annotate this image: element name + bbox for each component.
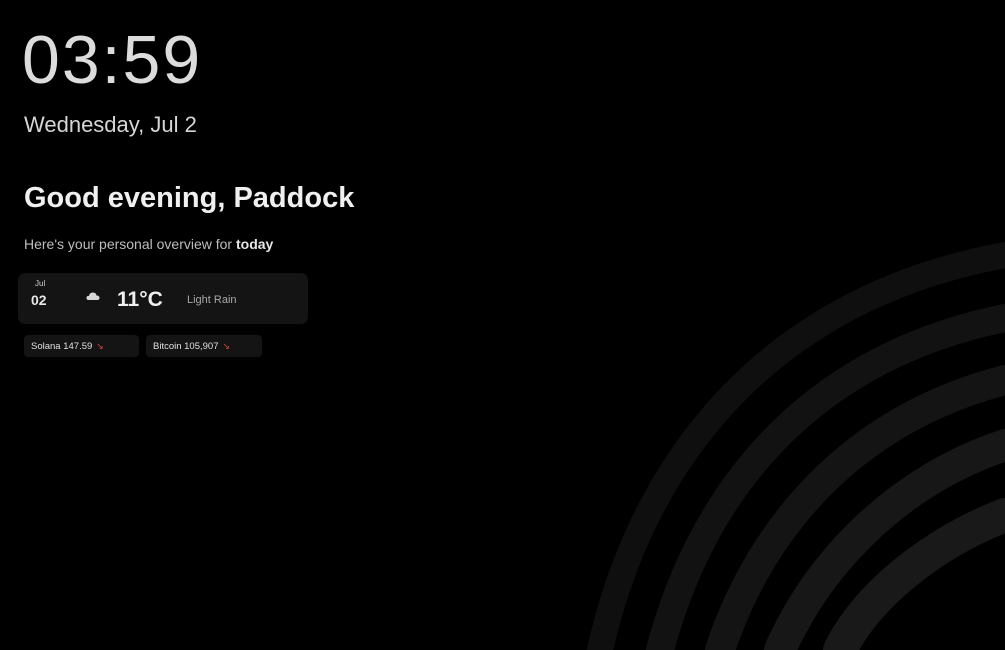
arrow-down-right-icon: ↘ [222, 341, 231, 351]
clock-time: 03:59 [22, 22, 203, 98]
greeting-title: Good evening, Paddock [24, 182, 355, 214]
greeting-subtitle-prefix: Here's your personal overview for [24, 236, 236, 252]
cloud-icon [86, 292, 100, 300]
weather-condition: Light Rain [187, 294, 237, 306]
desktop-screen: 03:59 Wednesday, Jul 2 Good evening, Pad… [0, 0, 1005, 650]
weather-widget[interactable]: Jul 02 11°C Light Rain [18, 273, 308, 324]
ticker-solana[interactable]: Solana 147.59 ↘ [24, 335, 139, 357]
greeting-subtitle-emphasis: today [235, 236, 274, 252]
clock-date: Wednesday, Jul 2 [24, 112, 197, 137]
arrow-down-right-icon: ↘ [96, 341, 104, 351]
greeting-subtitle: Here's your personal overview for today [24, 236, 273, 252]
weather-temperature: 11°C [117, 288, 163, 311]
ticker-label: Solana 147.59 [31, 341, 93, 352]
weather-day: 02 [31, 292, 47, 308]
ticker-bitcoin[interactable]: Bitcoin 105,907 ↘ [146, 335, 262, 357]
ticker-label: Bitcoin 105,907 [153, 341, 219, 352]
weather-month: Jul [35, 279, 46, 288]
